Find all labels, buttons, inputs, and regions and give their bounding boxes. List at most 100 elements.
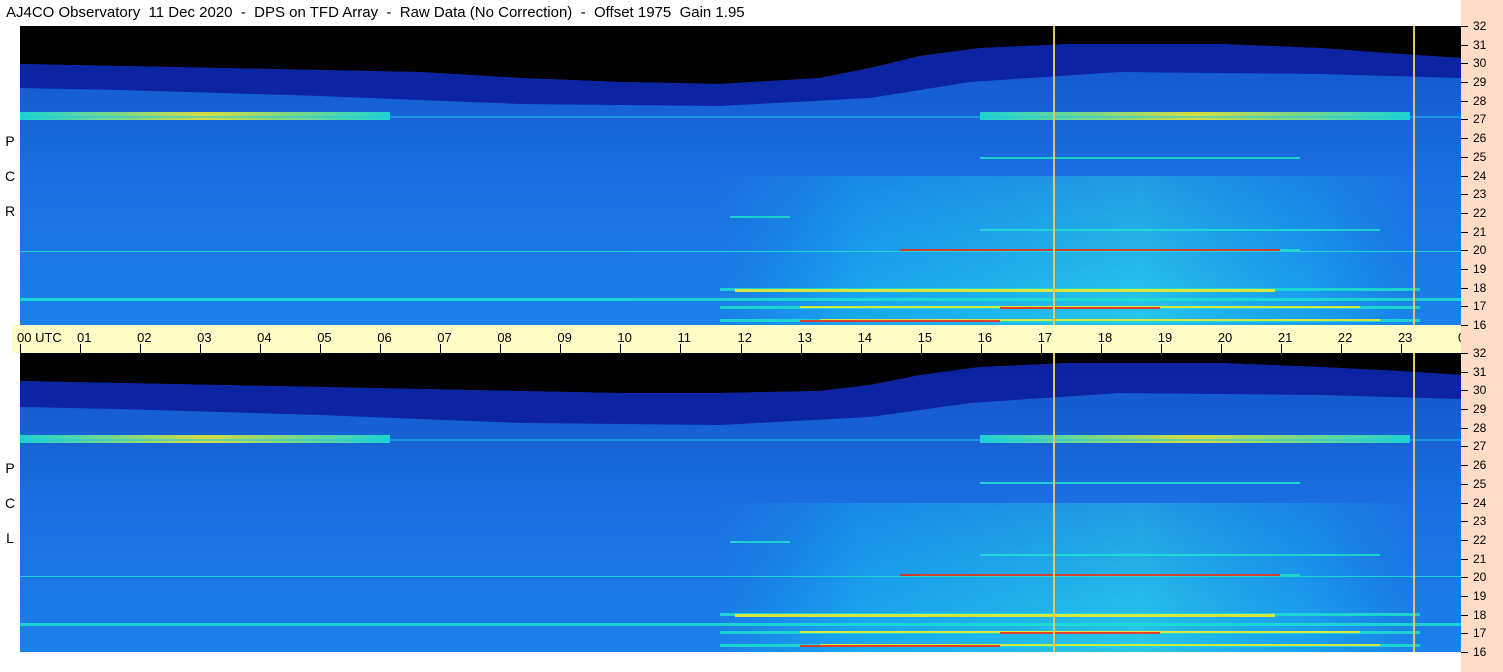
freq-tick-mark: [1461, 306, 1468, 308]
time-tick-mark: [140, 344, 142, 353]
time-tick-label: 10: [617, 330, 632, 345]
rcp-freq-tick-label: 28: [1473, 93, 1487, 108]
time-tick-mark: [200, 344, 202, 353]
freq-tick-mark: [1461, 427, 1468, 429]
frequency-axis: 32 31 30 29 28 27 26 25 24 23 22 21 20 19 18 17 16 32 31 30…: [1461, 0, 1503, 672]
time-tick-mark: [1340, 344, 1342, 353]
time-tick-label: 01: [77, 330, 92, 345]
freq-tick-mark: [1461, 194, 1468, 196]
time-tick-mark: [1220, 344, 1222, 353]
time-tick-label: 14: [857, 330, 873, 345]
freq-tick-mark: [1461, 119, 1468, 121]
time-tick-label: 20: [1217, 330, 1233, 345]
lcp-label-l: L: [6, 530, 14, 546]
rcp-freq-tick-label: 26: [1473, 131, 1487, 146]
time-tick-mark: [1280, 344, 1282, 353]
time-tick-mark: [1400, 344, 1402, 353]
rcp-freq-tick-label: 27: [1473, 112, 1487, 127]
freq-tick-mark: [1461, 409, 1468, 411]
freq-tick-mark: [1461, 82, 1468, 84]
rcp-freq-tick-label: 30: [1473, 56, 1487, 71]
time-tick-label: 22: [1337, 330, 1353, 345]
rcp-freq-tick-label: 16: [1473, 318, 1487, 332]
time-tick-label: 06: [377, 330, 392, 345]
time-tick-mark: [920, 344, 922, 353]
lcp-freq-tick-label: 24: [1473, 495, 1487, 510]
time-tick-label: 11: [677, 330, 691, 345]
freq-tick-mark: [1461, 483, 1468, 485]
freq-tick-mark: [1461, 633, 1468, 635]
time-marker-line: [1052, 353, 1055, 652]
time-tick-label: 04: [257, 330, 272, 345]
freq-tick-mark: [1461, 614, 1468, 616]
freq-tick-mark: [1461, 63, 1468, 65]
time-tick-mark: [980, 344, 982, 353]
time-tick-label: 09: [557, 330, 572, 345]
lcp-label-c: C: [4, 495, 16, 511]
freq-tick-mark: [1461, 371, 1468, 373]
time-tick-label: 17: [1037, 330, 1053, 345]
time-marker-line: [1412, 26, 1415, 325]
time-tick-mark: [740, 344, 742, 353]
time-marker-line: [1052, 26, 1055, 325]
time-tick-mark: [380, 344, 382, 353]
freq-tick-mark: [1461, 156, 1468, 158]
time-tick-label: 05: [317, 330, 332, 345]
time-tick-mark: [620, 344, 622, 353]
lcp-freq-tick-label: 17: [1473, 626, 1487, 641]
lcp-freq-tick-label: 20: [1473, 570, 1487, 585]
time-tick-label: 08: [497, 330, 512, 345]
freq-tick-mark: [1461, 26, 1468, 27]
rcp-freq-tick-label: 21: [1473, 224, 1487, 239]
rcp-freq-tick-label: 25: [1473, 149, 1487, 164]
time-tick-label: 16: [977, 330, 993, 345]
rcp-label-p: P: [5, 133, 15, 149]
lcp-freq-tick-label: 22: [1473, 532, 1487, 547]
freq-tick-mark: [1461, 539, 1468, 541]
time-tick-mark: [680, 344, 682, 353]
rcp-freq-tick-label: 19: [1473, 261, 1487, 276]
freq-tick-mark: [1461, 558, 1468, 560]
freq-tick-mark: [1461, 138, 1468, 140]
freq-tick-mark: [1461, 100, 1468, 102]
time-tick-label: 15: [917, 330, 933, 345]
time-tick-label: 23: [1397, 330, 1413, 345]
rcp-freq-tick-label: 20: [1473, 243, 1487, 258]
time-tick-label: 21: [1277, 330, 1293, 345]
rcp-freq-tick-label: 18: [1473, 280, 1487, 295]
time-tick-label: 13: [797, 330, 812, 345]
freq-tick-mark: [1461, 325, 1468, 326]
freq-tick-mark: [1461, 521, 1468, 523]
time-tick-label: 02: [137, 330, 152, 345]
freq-tick-mark: [1461, 44, 1468, 46]
time-tick-mark: [1160, 344, 1162, 353]
lcp-freq-tick-label: 31: [1473, 364, 1487, 379]
freq-tick-mark: [1461, 577, 1468, 579]
lcp-freq-tick-label: 28: [1473, 420, 1487, 435]
lcp-freq-tick-label: 29: [1473, 402, 1487, 417]
rcp-spectrogram: [20, 26, 1461, 325]
rcp-label-r: R: [4, 203, 16, 219]
time-tick-label: 18: [1097, 330, 1113, 345]
freq-tick-mark: [1461, 212, 1468, 214]
time-tick-mark: [860, 344, 862, 353]
lcp-freq-tick-label: 25: [1473, 476, 1487, 491]
lcp-freq-tick-label: 32: [1473, 346, 1487, 360]
rcp-freq-tick-label: 32: [1473, 19, 1487, 33]
time-tick-label: 19: [1157, 330, 1173, 345]
lcp-freq-tick-label: 21: [1473, 551, 1487, 566]
freq-tick-mark: [1461, 268, 1468, 270]
time-tick-mark: [320, 344, 322, 353]
time-tick-label: 03: [197, 330, 212, 345]
freq-tick-mark: [1461, 250, 1468, 252]
time-tick-mark: [80, 344, 82, 353]
freq-tick-mark: [1461, 287, 1468, 289]
time-tick-mark: [1100, 344, 1102, 353]
lcp-freq-tick-label: 19: [1473, 588, 1487, 603]
lcp-freq-tick-label: 26: [1473, 458, 1487, 473]
freq-tick-mark: [1461, 446, 1468, 448]
lcp-freq-tick-label: 23: [1473, 514, 1487, 529]
rcp-freq-tick-label: 22: [1473, 205, 1487, 220]
freq-tick-mark: [1461, 595, 1468, 597]
freq-tick-mark: [1461, 390, 1468, 392]
